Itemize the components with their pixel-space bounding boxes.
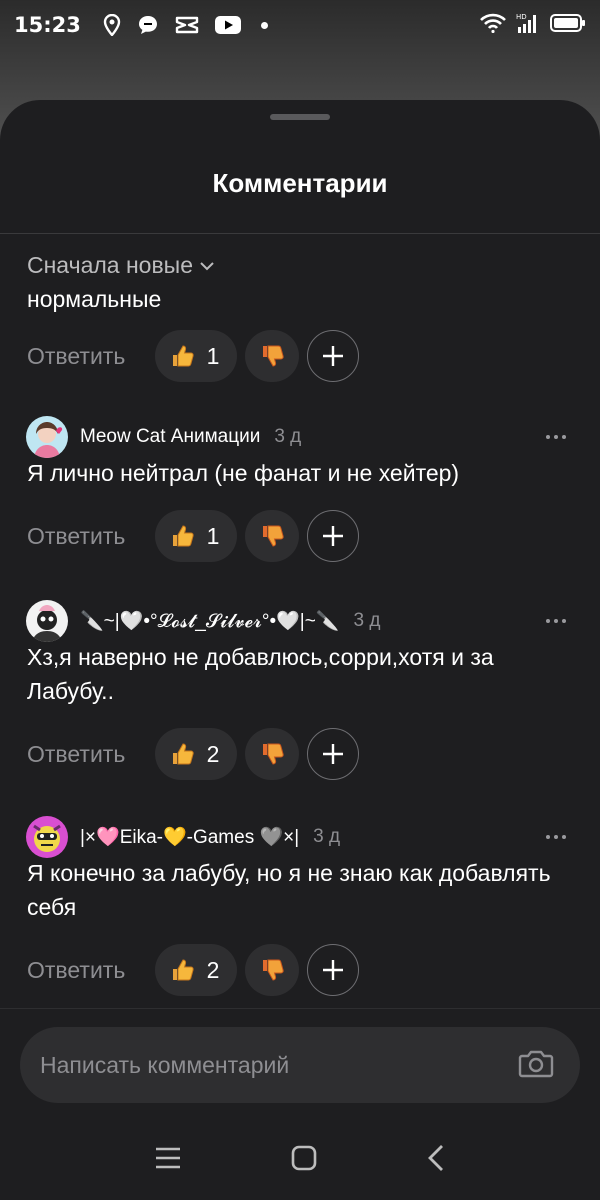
location-icon bbox=[103, 14, 121, 36]
menu-icon[interactable] bbox=[154, 1146, 182, 1174]
like-count: 1 bbox=[206, 342, 220, 369]
comment-input[interactable]: Написать комментарий bbox=[20, 1027, 580, 1103]
comment-header: |×🩷Eika-💛-Games 🩶×| 3 д bbox=[26, 816, 574, 858]
thumbs-up-icon bbox=[172, 345, 194, 367]
thumbs-down-icon bbox=[263, 525, 284, 547]
like-button[interactable]: 2 bbox=[155, 944, 237, 996]
thumbs-up-icon bbox=[172, 743, 194, 765]
more-options-icon[interactable] bbox=[546, 835, 566, 839]
plus-icon bbox=[323, 346, 343, 366]
plus-icon bbox=[323, 960, 343, 980]
comment-actions: Ответить 2 bbox=[27, 728, 359, 780]
dislike-button[interactable] bbox=[245, 944, 299, 996]
sort-label: Сначала новые bbox=[27, 252, 194, 278]
comments-sheet: Комментарии Сначала новые нормальные Отв… bbox=[0, 100, 600, 1200]
more-options-icon[interactable] bbox=[546, 435, 566, 439]
drag-handle[interactable] bbox=[270, 114, 330, 120]
battery-icon bbox=[550, 13, 586, 37]
thumbs-down-icon bbox=[263, 743, 284, 765]
add-reaction-button[interactable] bbox=[307, 944, 359, 996]
avatar[interactable] bbox=[26, 816, 68, 858]
plus-icon bbox=[323, 526, 343, 546]
system-nav-bar bbox=[0, 1120, 600, 1200]
like-button[interactable]: 1 bbox=[155, 510, 237, 562]
thumbs-up-icon bbox=[172, 525, 194, 547]
comment-actions: Ответить 1 bbox=[27, 510, 359, 562]
message-bubble-icon bbox=[137, 14, 159, 36]
like-button[interactable]: 1 bbox=[155, 330, 237, 382]
status-bar: 15:23 HD bbox=[0, 0, 600, 50]
capcut-icon bbox=[175, 15, 199, 35]
thumbs-down-icon bbox=[263, 959, 284, 981]
sheet-title: Комментарии bbox=[212, 168, 388, 198]
dislike-button[interactable] bbox=[245, 330, 299, 382]
dislike-button[interactable] bbox=[245, 510, 299, 562]
add-reaction-button[interactable] bbox=[307, 510, 359, 562]
hd-signal-icon: HD bbox=[516, 12, 540, 38]
author-name[interactable]: 🔪~|🤍•°𝓛𝓸𝓼𝓽_𝓢𝓲𝓵𝓿𝓮𝓻°•🤍|~🔪 bbox=[80, 609, 339, 633]
reply-button[interactable]: Ответить bbox=[27, 523, 155, 550]
comment-time: 3 д bbox=[274, 426, 302, 447]
reply-button[interactable]: Ответить bbox=[27, 343, 155, 370]
like-count: 1 bbox=[206, 522, 220, 549]
author-name[interactable]: Meow Cat Анимации bbox=[80, 426, 260, 448]
author-name[interactable]: |×🩷Eika-💛-Games 🩶×| bbox=[80, 825, 299, 849]
avatar[interactable] bbox=[26, 600, 68, 642]
back-icon[interactable] bbox=[426, 1143, 446, 1177]
home-icon[interactable] bbox=[290, 1144, 318, 1176]
comments-list[interactable]: Сначала новые нормальные Ответить 1 Meow… bbox=[0, 234, 600, 1010]
comment-text: Я лично нейтрал (не фанат и не хейтер) bbox=[27, 460, 460, 486]
comment-time: 3 д bbox=[313, 826, 341, 847]
comment-header: 🔪~|🤍•°𝓛𝓸𝓼𝓽_𝓢𝓲𝓵𝓿𝓮𝓻°•🤍|~🔪 3 д bbox=[26, 600, 574, 642]
notification-dot bbox=[260, 21, 268, 29]
avatar[interactable] bbox=[26, 416, 68, 458]
thumbs-up-icon bbox=[172, 959, 194, 981]
comment-header: Meow Cat Анимации 3 д bbox=[26, 416, 574, 458]
more-options-icon[interactable] bbox=[546, 619, 566, 623]
comment-actions: Ответить 1 bbox=[27, 330, 359, 382]
comment-text: Я конечно за лабубу, но я не знаю как до… bbox=[27, 860, 551, 920]
thumbs-down-icon bbox=[263, 345, 284, 367]
add-reaction-button[interactable] bbox=[307, 728, 359, 780]
like-count: 2 bbox=[206, 740, 220, 767]
comment-time: 3 д bbox=[353, 610, 381, 631]
plus-icon bbox=[323, 744, 343, 764]
camera-icon[interactable] bbox=[518, 1047, 554, 1083]
wifi-icon bbox=[480, 13, 506, 37]
add-reaction-button[interactable] bbox=[307, 330, 359, 382]
svg-text:HD: HD bbox=[516, 13, 527, 21]
comment-text: нормальные bbox=[27, 286, 162, 312]
chevron-down-icon bbox=[200, 261, 214, 270]
sort-dropdown[interactable]: Сначала новые bbox=[27, 252, 222, 279]
comment-input-placeholder: Написать комментарий bbox=[40, 1051, 290, 1078]
divider bbox=[0, 1008, 600, 1009]
reply-button[interactable]: Ответить bbox=[27, 741, 155, 768]
comment-actions: Ответить 2 bbox=[27, 944, 359, 996]
comment-text: Хз,я наверно не добавлюсь,сорри,хотя и з… bbox=[27, 644, 494, 704]
dislike-button[interactable] bbox=[245, 728, 299, 780]
like-count: 2 bbox=[206, 956, 220, 983]
reply-button[interactable]: Ответить bbox=[27, 957, 155, 984]
like-button[interactable]: 2 bbox=[155, 728, 237, 780]
status-time: 15:23 bbox=[14, 13, 81, 37]
youtube-icon bbox=[214, 15, 241, 35]
